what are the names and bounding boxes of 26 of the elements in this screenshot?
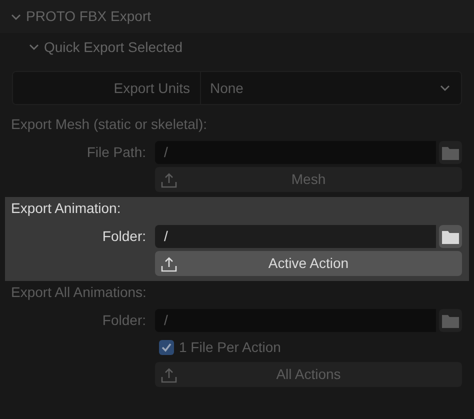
upload-icon	[161, 256, 177, 272]
upload-icon	[161, 366, 177, 382]
checkbox-label: 1 File Per Action	[179, 338, 281, 357]
export-button[interactable]: Mesh	[155, 167, 462, 192]
section-title: Export Animation:	[11, 198, 121, 218]
path-field[interactable]: /	[155, 309, 436, 332]
section-title: Export Mesh (static or skeletal):	[11, 114, 208, 134]
field-label: Folder:	[101, 311, 147, 330]
folder-icon	[442, 146, 459, 160]
folder-button[interactable]	[439, 225, 462, 248]
field-label: Export Units	[112, 78, 191, 98]
folder-icon	[442, 230, 459, 244]
panel-header[interactable]: PROTO FBX Export	[0, 0, 474, 33]
checkbox[interactable]	[159, 340, 174, 355]
path-field[interactable]: /	[155, 141, 436, 164]
subpanel-header[interactable]: Quick Export Selected	[0, 33, 474, 61]
field-label: Folder:	[101, 227, 147, 246]
export-button[interactable]: All Actions	[155, 362, 462, 387]
units-dropdown[interactable]: None	[200, 72, 461, 104]
upload-icon	[161, 172, 177, 188]
folder-icon	[442, 314, 459, 328]
path-field[interactable]: /	[155, 225, 436, 248]
section-title: Export All Animations:	[11, 282, 146, 302]
field-label: File Path:	[86, 143, 147, 162]
export-button[interactable]: Active Action	[155, 251, 462, 276]
check-icon	[161, 342, 172, 353]
